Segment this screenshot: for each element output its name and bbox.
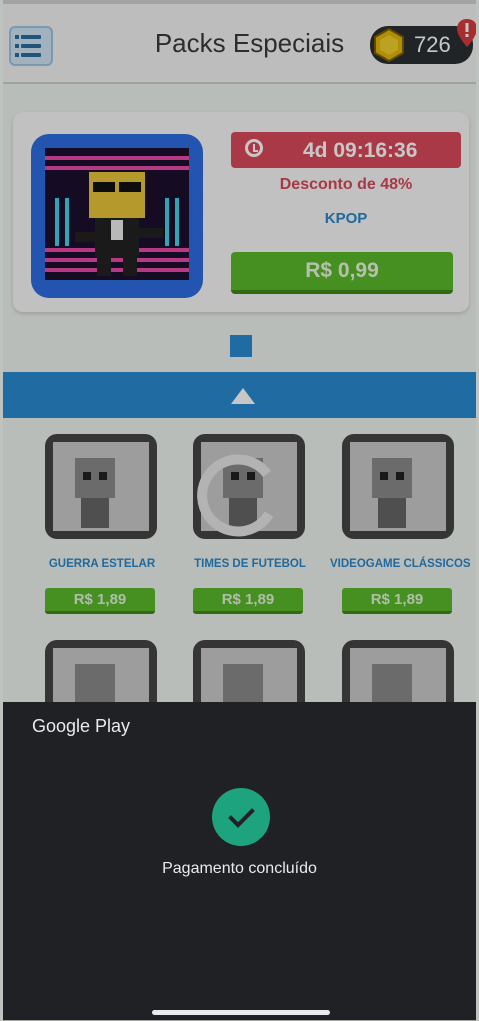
check-icon: [212, 788, 270, 846]
google-play-label: Google Play: [32, 716, 131, 736]
google-play-sheet: Google Play Pagamento concluído: [3, 702, 476, 1020]
screen: Packs Especiais 726 4d 09:16:36 Desconto…: [0, 0, 479, 1021]
payment-status: Pagamento concluído: [162, 860, 317, 877]
home-indicator[interactable]: [152, 1010, 330, 1015]
